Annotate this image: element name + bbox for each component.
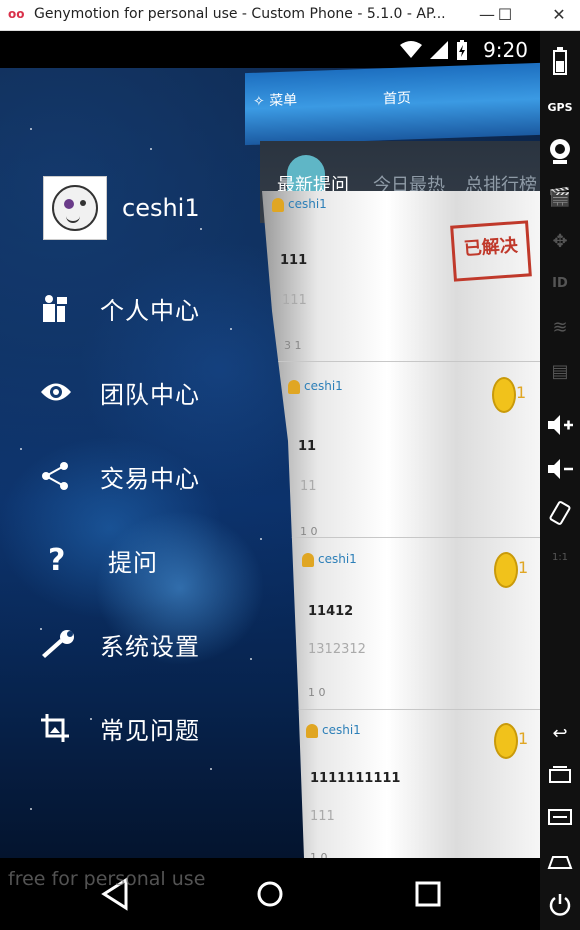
app-header: ✧ 菜单 首页 — [245, 62, 540, 146]
menu-label: 个人中心 — [100, 296, 200, 325]
coin-icon — [494, 723, 518, 759]
menu-item-team-center[interactable]: 团队中心 — [40, 350, 260, 434]
coin-count: 1 — [518, 558, 529, 577]
divider — [262, 537, 540, 538]
pixel-perfect-icon: 1:1 — [551, 551, 569, 563]
recents-icon[interactable] — [408, 876, 448, 912]
status-icons — [400, 40, 468, 60]
card-username: ceshi1 — [318, 552, 357, 566]
divider — [262, 361, 540, 362]
sms-icon: ▤ — [551, 360, 569, 382]
emulator-recents-icon[interactable] — [544, 759, 576, 791]
card-username: ceshi1 — [304, 379, 343, 393]
watermark: free for personal use — [8, 868, 206, 890]
card-body: 1312312 — [308, 642, 366, 657]
close-button[interactable]: ✕ — [544, 3, 574, 27]
share-icon — [40, 456, 90, 496]
user-icon — [306, 723, 318, 738]
home-icon[interactable] — [250, 876, 290, 912]
coin-count: 1 — [516, 383, 527, 402]
card-title: 11412 — [308, 604, 354, 619]
card-title: 11 — [298, 439, 317, 454]
menu-label: 系统设置 — [100, 632, 200, 661]
card-username: ceshi1 — [288, 197, 327, 211]
power-icon[interactable] — [544, 889, 576, 921]
card-username: ceshi1 — [322, 723, 361, 737]
coin-count: 1 — [518, 729, 529, 748]
user-profile[interactable]: ceshi1 — [43, 176, 200, 240]
rotate-icon[interactable] — [544, 497, 576, 529]
dpad-icon: ✥ — [552, 230, 568, 252]
emulator-back-icon[interactable]: ↩ — [544, 717, 576, 749]
card-title: 1111111111 — [310, 771, 401, 786]
webcam-icon[interactable] — [544, 135, 576, 167]
menu-item-personal-center[interactable]: 个人中心 — [40, 266, 260, 350]
menu-item-trade-center[interactable]: 交易中心 — [40, 434, 260, 518]
crop-icon — [40, 708, 90, 748]
volume-up-icon[interactable] — [544, 409, 576, 441]
battery-icon[interactable] — [544, 45, 576, 77]
username: ceshi1 — [122, 194, 200, 222]
drawer-menu: 个人中心 团队中心 交易中心 ? 提问 系统设置 常见问题 — [40, 266, 260, 770]
device-screen: 9:20 ✧ 菜单 首页 最新提问 今日最热 总排行榜 ceshi1 111 1… — [0, 31, 540, 930]
card-stats: 1 0 — [308, 686, 326, 699]
card-body: 111 — [310, 809, 335, 824]
id-icon: ID — [552, 275, 568, 291]
resolved-stamp: 已解决 — [450, 220, 532, 282]
clock: 9:20 — [483, 38, 528, 62]
coin-icon — [494, 552, 518, 588]
clapperboard-icon: 🎬 — [548, 186, 572, 208]
card-body: 11 — [300, 479, 317, 494]
battery-charging-icon — [457, 40, 467, 60]
question-list: ceshi1 111 111 3 1 ceshi1 11 11 1 0 1 ce… — [262, 191, 540, 858]
volume-down-icon[interactable] — [544, 453, 576, 485]
user-icon — [272, 197, 284, 212]
coin-icon — [492, 377, 516, 413]
menu-label: 提问 — [108, 548, 158, 577]
rss-icon: ≋ — [552, 316, 568, 338]
genymotion-logo-icon: oo — [8, 7, 25, 21]
wifi-icon — [400, 41, 422, 58]
menu-label: 常见问题 — [100, 716, 200, 745]
window-title: Genymotion for personal use - Custom Pho… — [34, 6, 446, 22]
emulator-home-icon[interactable] — [544, 845, 576, 877]
window-titlebar: oo Genymotion for personal use - Custom … — [0, 0, 580, 31]
signal-icon — [430, 41, 448, 59]
person-icon — [40, 288, 90, 328]
status-bar: 9:20 — [0, 31, 540, 68]
avatar[interactable] — [43, 176, 107, 240]
header-menu-button[interactable]: ✧ 菜单 — [253, 89, 297, 111]
menu-label: 交易中心 — [100, 464, 200, 493]
header-title: 首页 — [383, 90, 411, 108]
gps-icon[interactable]: GPS — [544, 91, 576, 123]
user-icon — [288, 379, 300, 394]
card-title: 111 — [280, 253, 308, 268]
menu-item-faq[interactable]: 常见问题 — [40, 686, 260, 770]
question-icon: ? — [48, 542, 66, 578]
emulator-menu-icon[interactable] — [544, 801, 576, 833]
emulator-toolbar: GPS 🎬 ✥ ID ≋ ▤ 1:1 ↩ — [540, 31, 580, 930]
card-stats: 1 0 — [310, 851, 328, 858]
menu-label: 团队中心 — [100, 380, 200, 409]
maximize-button[interactable]: ☐ — [490, 3, 520, 27]
header-menu-label: 菜单 — [269, 92, 298, 110]
card-body: 111 — [282, 293, 307, 308]
eye-icon — [40, 372, 90, 412]
menu-item-settings[interactable]: 系统设置 — [40, 602, 260, 686]
menu-item-ask[interactable]: ? 提问 — [40, 518, 260, 602]
wrench-icon — [40, 624, 90, 664]
divider — [262, 709, 540, 710]
user-icon — [302, 552, 314, 567]
card-stats: 3 1 — [284, 339, 302, 352]
